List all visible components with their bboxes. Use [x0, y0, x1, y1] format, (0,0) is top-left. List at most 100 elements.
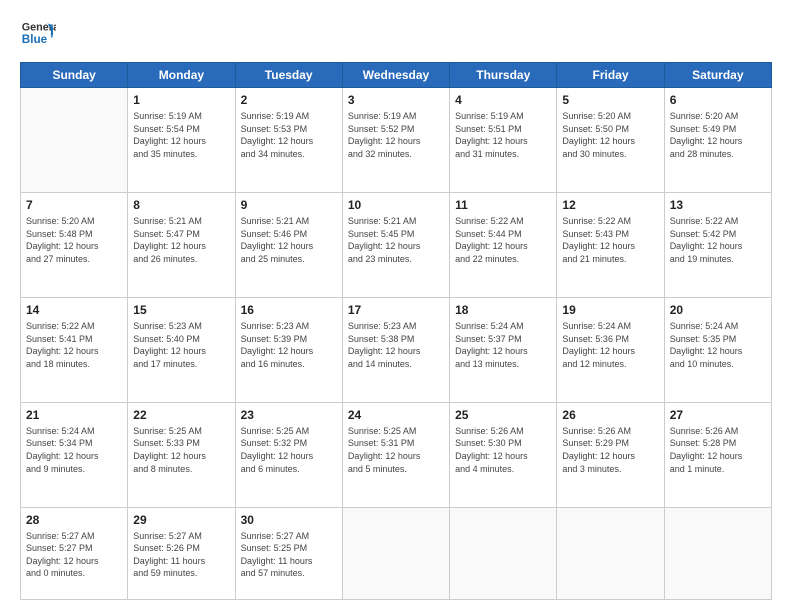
day-info: Sunrise: 5:22 AM Sunset: 5:42 PM Dayligh… [670, 215, 766, 265]
day-number: 5 [562, 92, 658, 108]
day-number: 2 [241, 92, 337, 108]
day-number: 22 [133, 407, 229, 423]
calendar-cell: 9 Sunrise: 5:21 AM Sunset: 5:46 PM Daylig… [235, 192, 342, 297]
day-info: Sunrise: 5:21 AM Sunset: 5:45 PM Dayligh… [348, 215, 444, 265]
weekday-header-wednesday: Wednesday [342, 63, 449, 88]
day-info: Sunrise: 5:20 AM Sunset: 5:50 PM Dayligh… [562, 110, 658, 160]
day-number: 11 [455, 197, 551, 213]
calendar-cell: 5 Sunrise: 5:20 AM Sunset: 5:50 PM Daylig… [557, 88, 664, 193]
calendar-cell: 14 Sunrise: 5:22 AM Sunset: 5:41 PM Dayli… [21, 297, 128, 402]
calendar-cell: 23Sunrise: 5:25 AM Sunset: 5:32 PM Dayli… [235, 402, 342, 507]
calendar-cell: 28 Sunrise: 5:27 AM Sunset: 5:27 PM Dayli… [21, 507, 128, 600]
day-number: 23 [241, 407, 337, 423]
calendar-cell: 8Sunrise: 5:21 AM Sunset: 5:47 PM Daylig… [128, 192, 235, 297]
calendar-cell: 22 Sunrise: 5:25 AM Sunset: 5:33 PM Dayli… [128, 402, 235, 507]
week-row-2: 7Sunrise: 5:20 AM Sunset: 5:48 PM Daylig… [21, 192, 772, 297]
day-number: 30 [241, 512, 337, 528]
page: General Blue SundayMondayTuesdayWednesda… [0, 0, 792, 612]
day-info: Sunrise: 5:27 AM Sunset: 5:25 PM Dayligh… [241, 530, 337, 580]
calendar-table: SundayMondayTuesdayWednesdayThursdayFrid… [20, 62, 772, 600]
weekday-header-saturday: Saturday [664, 63, 771, 88]
calendar-cell: 4 Sunrise: 5:19 AM Sunset: 5:51 PM Daylig… [450, 88, 557, 193]
calendar-cell: 17Sunrise: 5:23 AM Sunset: 5:38 PM Dayli… [342, 297, 449, 402]
day-number: 25 [455, 407, 551, 423]
day-info: Sunrise: 5:25 AM Sunset: 5:33 PM Dayligh… [133, 425, 229, 475]
logo-icon: General Blue [20, 16, 56, 52]
day-info: Sunrise: 5:20 AM Sunset: 5:48 PM Dayligh… [26, 215, 122, 265]
calendar-cell: 3 Sunrise: 5:19 AM Sunset: 5:52 PM Daylig… [342, 88, 449, 193]
day-info: Sunrise: 5:26 AM Sunset: 5:30 PM Dayligh… [455, 425, 551, 475]
calendar-cell: 1 Sunrise: 5:19 AM Sunset: 5:54 PM Daylig… [128, 88, 235, 193]
day-number: 6 [670, 92, 766, 108]
week-row-5: 28 Sunrise: 5:27 AM Sunset: 5:27 PM Dayli… [21, 507, 772, 600]
day-number: 27 [670, 407, 766, 423]
calendar-cell [664, 507, 771, 600]
calendar-cell: 26 Sunrise: 5:26 AM Sunset: 5:29 PM Dayli… [557, 402, 664, 507]
day-info: Sunrise: 5:27 AM Sunset: 5:27 PM Dayligh… [26, 530, 122, 580]
calendar-cell: 18 Sunrise: 5:24 AM Sunset: 5:37 PM Dayli… [450, 297, 557, 402]
calendar-cell: 19 Sunrise: 5:24 AM Sunset: 5:36 PM Dayli… [557, 297, 664, 402]
day-info: Sunrise: 5:22 AM Sunset: 5:44 PM Dayligh… [455, 215, 551, 265]
day-info: Sunrise: 5:24 AM Sunset: 5:36 PM Dayligh… [562, 320, 658, 370]
calendar-cell: 30 Sunrise: 5:27 AM Sunset: 5:25 PM Dayli… [235, 507, 342, 600]
calendar-cell: 20Sunrise: 5:24 AM Sunset: 5:35 PM Dayli… [664, 297, 771, 402]
calendar-cell: 6 Sunrise: 5:20 AM Sunset: 5:49 PM Daylig… [664, 88, 771, 193]
header: General Blue [20, 16, 772, 52]
day-number: 3 [348, 92, 444, 108]
day-info: Sunrise: 5:23 AM Sunset: 5:38 PM Dayligh… [348, 320, 444, 370]
day-info: Sunrise: 5:21 AM Sunset: 5:46 PM Dayligh… [241, 215, 337, 265]
day-info: Sunrise: 5:22 AM Sunset: 5:43 PM Dayligh… [562, 215, 658, 265]
calendar-cell: 12Sunrise: 5:22 AM Sunset: 5:43 PM Dayli… [557, 192, 664, 297]
day-number: 29 [133, 512, 229, 528]
calendar-cell: 21 Sunrise: 5:24 AM Sunset: 5:34 PM Dayli… [21, 402, 128, 507]
calendar-cell: 7Sunrise: 5:20 AM Sunset: 5:48 PM Daylig… [21, 192, 128, 297]
day-number: 9 [241, 197, 337, 213]
calendar-cell: 11 Sunrise: 5:22 AM Sunset: 5:44 PM Dayli… [450, 192, 557, 297]
day-info: Sunrise: 5:24 AM Sunset: 5:37 PM Dayligh… [455, 320, 551, 370]
day-number: 21 [26, 407, 122, 423]
calendar-cell: 16Sunrise: 5:23 AM Sunset: 5:39 PM Dayli… [235, 297, 342, 402]
calendar-cell: 24Sunrise: 5:25 AM Sunset: 5:31 PM Dayli… [342, 402, 449, 507]
day-info: Sunrise: 5:21 AM Sunset: 5:47 PM Dayligh… [133, 215, 229, 265]
calendar-cell [557, 507, 664, 600]
week-row-3: 14 Sunrise: 5:22 AM Sunset: 5:41 PM Dayli… [21, 297, 772, 402]
day-number: 24 [348, 407, 444, 423]
day-info: Sunrise: 5:19 AM Sunset: 5:51 PM Dayligh… [455, 110, 551, 160]
weekday-header-friday: Friday [557, 63, 664, 88]
day-number: 20 [670, 302, 766, 318]
calendar-cell [21, 88, 128, 193]
day-number: 14 [26, 302, 122, 318]
weekday-header-sunday: Sunday [21, 63, 128, 88]
day-number: 13 [670, 197, 766, 213]
day-number: 18 [455, 302, 551, 318]
calendar-cell: 15Sunrise: 5:23 AM Sunset: 5:40 PM Dayli… [128, 297, 235, 402]
calendar-cell: 13 Sunrise: 5:22 AM Sunset: 5:42 PM Dayli… [664, 192, 771, 297]
day-info: Sunrise: 5:19 AM Sunset: 5:52 PM Dayligh… [348, 110, 444, 160]
calendar-cell [450, 507, 557, 600]
calendar-cell: 10 Sunrise: 5:21 AM Sunset: 5:45 PM Dayli… [342, 192, 449, 297]
svg-text:Blue: Blue [22, 33, 48, 46]
day-info: Sunrise: 5:22 AM Sunset: 5:41 PM Dayligh… [26, 320, 122, 370]
calendar-cell [342, 507, 449, 600]
calendar-cell: 25 Sunrise: 5:26 AM Sunset: 5:30 PM Dayli… [450, 402, 557, 507]
weekday-header-row: SundayMondayTuesdayWednesdayThursdayFrid… [21, 63, 772, 88]
calendar-cell: 2Sunrise: 5:19 AM Sunset: 5:53 PM Daylig… [235, 88, 342, 193]
day-info: Sunrise: 5:24 AM Sunset: 5:34 PM Dayligh… [26, 425, 122, 475]
day-number: 16 [241, 302, 337, 318]
day-number: 15 [133, 302, 229, 318]
day-info: Sunrise: 5:26 AM Sunset: 5:29 PM Dayligh… [562, 425, 658, 475]
week-row-1: 1 Sunrise: 5:19 AM Sunset: 5:54 PM Daylig… [21, 88, 772, 193]
day-info: Sunrise: 5:20 AM Sunset: 5:49 PM Dayligh… [670, 110, 766, 160]
calendar-cell: 27Sunrise: 5:26 AM Sunset: 5:28 PM Dayli… [664, 402, 771, 507]
calendar-cell: 29 Sunrise: 5:27 AM Sunset: 5:26 PM Dayli… [128, 507, 235, 600]
day-number: 1 [133, 92, 229, 108]
day-number: 4 [455, 92, 551, 108]
day-number: 26 [562, 407, 658, 423]
day-number: 28 [26, 512, 122, 528]
weekday-header-thursday: Thursday [450, 63, 557, 88]
day-number: 10 [348, 197, 444, 213]
day-info: Sunrise: 5:19 AM Sunset: 5:54 PM Dayligh… [133, 110, 229, 160]
day-info: Sunrise: 5:27 AM Sunset: 5:26 PM Dayligh… [133, 530, 229, 580]
logo: General Blue [20, 16, 56, 52]
day-number: 19 [562, 302, 658, 318]
